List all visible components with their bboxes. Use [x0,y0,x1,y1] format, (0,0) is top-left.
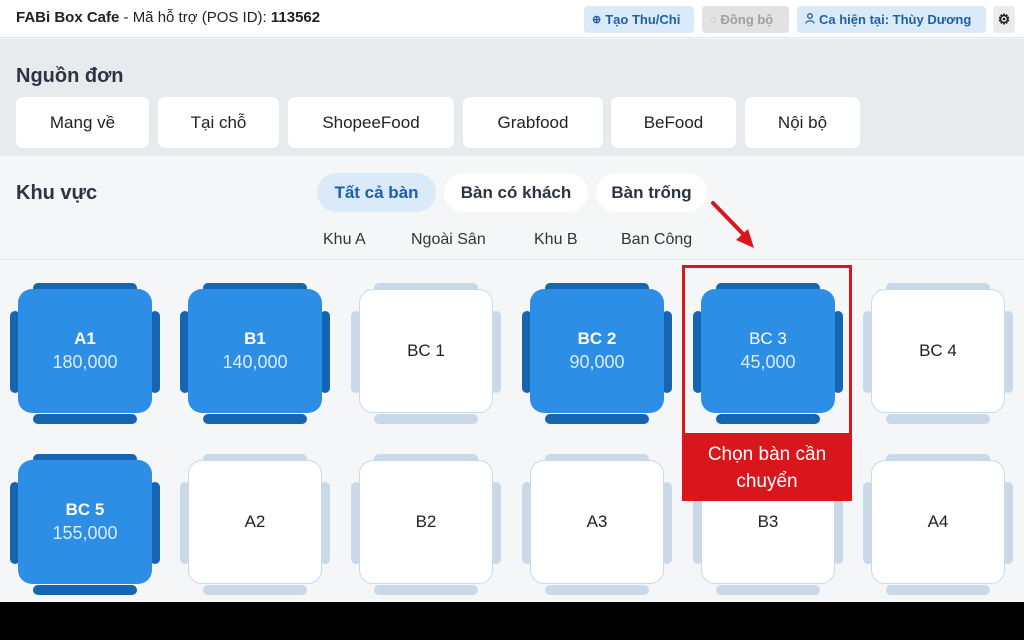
source-befood-button[interactable]: BeFood [611,97,736,148]
area-title: Khu vực [16,182,98,204]
table-name: B2 [415,512,437,531]
table-name: BC 5 [65,500,105,519]
table-top: A4 [871,460,1005,584]
source-internal-button[interactable]: Nội bộ [745,97,860,148]
create-income-expense-button[interactable]: ⊕ Tạo Thu/Chi [584,6,694,33]
sync-label: Đồng bộ [720,12,774,27]
table-top: A3 [530,460,664,584]
top-bar: FABi Box Cafe - Mã hỗ trợ (POS ID): 1135… [0,0,1024,38]
table-b2[interactable]: B2 [351,452,501,602]
filter-empty-tables[interactable]: Bàn trống [596,173,707,212]
table-name: A4 [927,512,949,531]
table-amount: 180,000 [52,352,118,372]
create-label: Tạo Thu/Chi [605,12,681,27]
source-shopeefood-button[interactable]: ShopeeFood [288,97,454,148]
gear-icon: ⚙ [997,11,1011,27]
table-bc-2[interactable]: BC 2 90,000 [522,281,672,431]
callout-line-2: chuyển [736,471,798,492]
selection-highlight-box [682,265,852,436]
plus-circle-icon: ⊕ [592,14,602,26]
table-top: A2 [188,460,322,584]
sync-button[interactable]: ◌ Đồng bộ [702,6,789,33]
table-amount: 90,000 [569,352,625,372]
store-name: FABi Box Cafe [16,9,120,26]
table-bc-4[interactable]: BC 4 [863,281,1013,431]
zone-tab-khu-a[interactable]: Khu A [323,231,366,249]
support-label: - Mã hỗ trợ (POS ID): [119,9,271,26]
zone-tab-ngoai-san[interactable]: Ngoài Sân [411,231,486,249]
chair-bottom [886,585,990,595]
pointer-arrow-icon [711,201,754,248]
shift-label: Ca hiện tại: Thùy Dương [819,12,972,27]
table-bc-1[interactable]: BC 1 [351,281,501,431]
table-a4[interactable]: A4 [863,452,1013,602]
table-name: A3 [586,512,608,531]
store-info: FABi Box Cafe - Mã hỗ trợ (POS ID): 1135… [16,9,320,26]
filter-occupied-tables[interactable]: Bàn có khách [444,173,588,212]
table-grid: A1 180,000 B1 140,000 BC 1 BC 2 90,000 BC 3 45,0… [0,261,1024,602]
chair-bottom [886,414,990,424]
table-a3[interactable]: A3 [522,452,672,602]
chair-bottom [545,414,649,424]
table-name: A1 [74,329,96,348]
table-amount: 155,000 [52,523,118,543]
table-a1[interactable]: A1 180,000 [10,281,160,431]
table-a2[interactable]: A2 [180,452,330,602]
table-name: B3 [757,512,779,531]
source-takeaway-button[interactable]: Mang về [16,97,149,148]
table-top: B2 [359,460,493,584]
source-dine-in-button[interactable]: Tại chỗ [158,97,279,148]
chair-bottom [203,585,307,595]
table-amount: 140,000 [222,352,288,372]
chair-bottom [203,414,307,424]
table-top: BC 4 [871,289,1005,413]
table-name: BC 4 [919,341,957,360]
bottom-bar [0,602,1024,640]
sync-icon: ◌ [710,13,717,26]
chair-bottom [545,585,649,595]
chair-bottom [374,585,478,595]
area-section: Khu vực Tất cả bàn Bàn có khách Bàn trốn… [0,156,1024,260]
table-name: B1 [244,329,266,348]
order-source-title: Nguồn đơn [16,65,124,87]
table-bc-5[interactable]: BC 5 155,000 [10,452,160,602]
chair-bottom [374,414,478,424]
pos-app: FABi Box Cafe - Mã hỗ trợ (POS ID): 1135… [0,0,1024,602]
filter-all-tables[interactable]: Tất cả bàn [317,173,436,212]
current-shift-button[interactable]: Ca hiện tại: Thùy Dương [797,6,986,33]
table-top: BC 1 [359,289,493,413]
table-b1[interactable]: B1 140,000 [180,281,330,431]
table-top: BC 2 90,000 [530,289,664,413]
order-source-section: Nguồn đơn Mang về Tại chỗ ShopeeFood Gra… [0,39,1024,156]
chair-bottom [716,585,820,595]
user-icon [805,12,815,27]
settings-button[interactable]: ⚙ [993,6,1015,33]
table-name: BC 2 [577,329,617,348]
zone-tab-khu-b[interactable]: Khu B [534,231,578,249]
callout-line-1: Chọn bàn cần [707,444,827,465]
table-top: A1 180,000 [18,289,152,413]
table-name: BC 1 [407,341,445,360]
chair-bottom [33,585,137,595]
source-grabfood-button[interactable]: Grabfood [463,97,603,148]
instruction-callout: Chọn bàn cần chuyển [682,436,852,501]
chair-bottom [33,414,137,424]
zone-tab-ban-cong[interactable]: Ban Công [621,231,692,249]
table-top: B1 140,000 [188,289,322,413]
pos-id: 113562 [270,9,321,26]
table-name: A2 [244,512,266,531]
table-top: BC 5 155,000 [18,460,152,584]
